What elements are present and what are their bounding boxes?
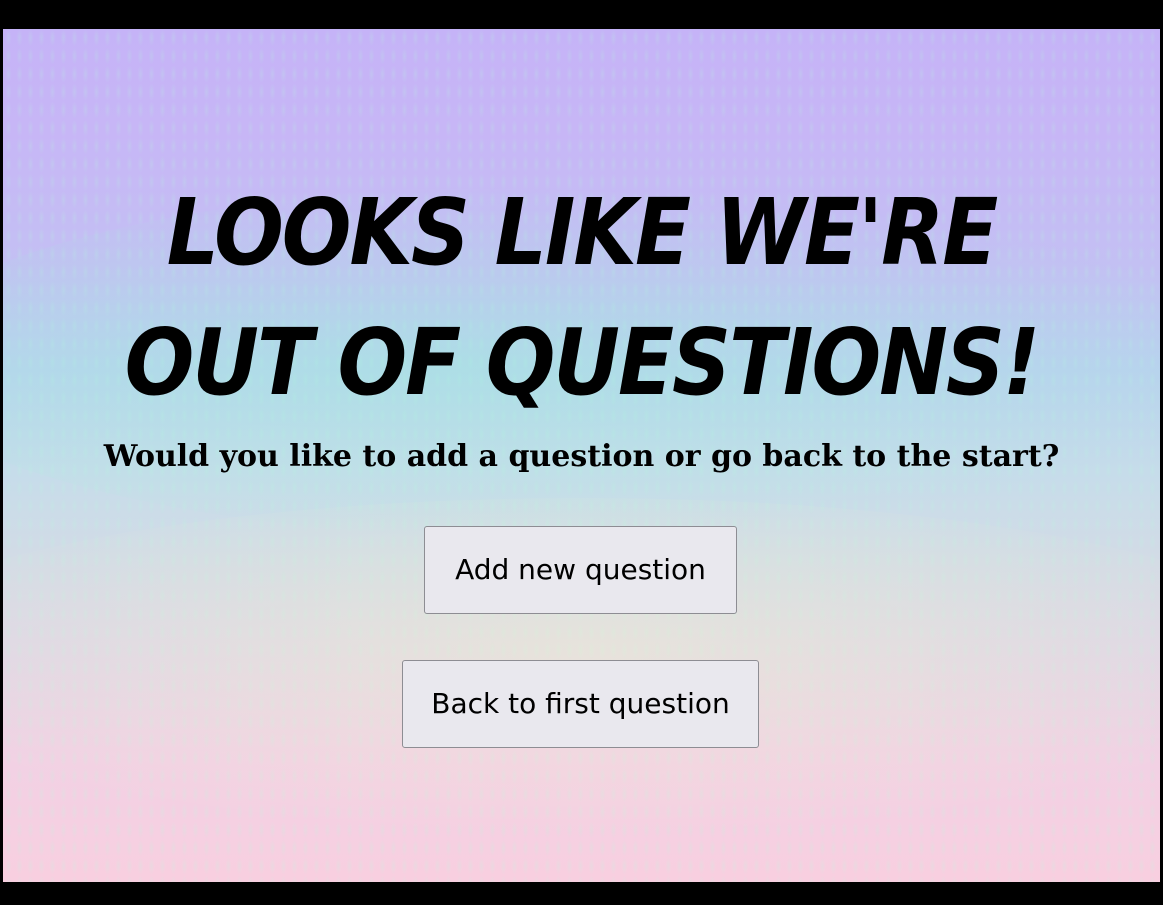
add-new-question-button[interactable]: Add new question xyxy=(424,526,737,614)
end-of-questions-panel: Looks like we're out of questions! Would… xyxy=(3,29,1160,882)
page-title: Looks like we're out of questions! xyxy=(124,180,1041,418)
back-to-first-question-button[interactable]: Back to first question xyxy=(402,660,759,748)
window-frame: Looks like we're out of questions! Would… xyxy=(0,0,1163,905)
page-viewport: Looks like we're out of questions! Would… xyxy=(3,29,1160,882)
page-subtitle: Would you like to add a question or go b… xyxy=(103,439,1060,474)
